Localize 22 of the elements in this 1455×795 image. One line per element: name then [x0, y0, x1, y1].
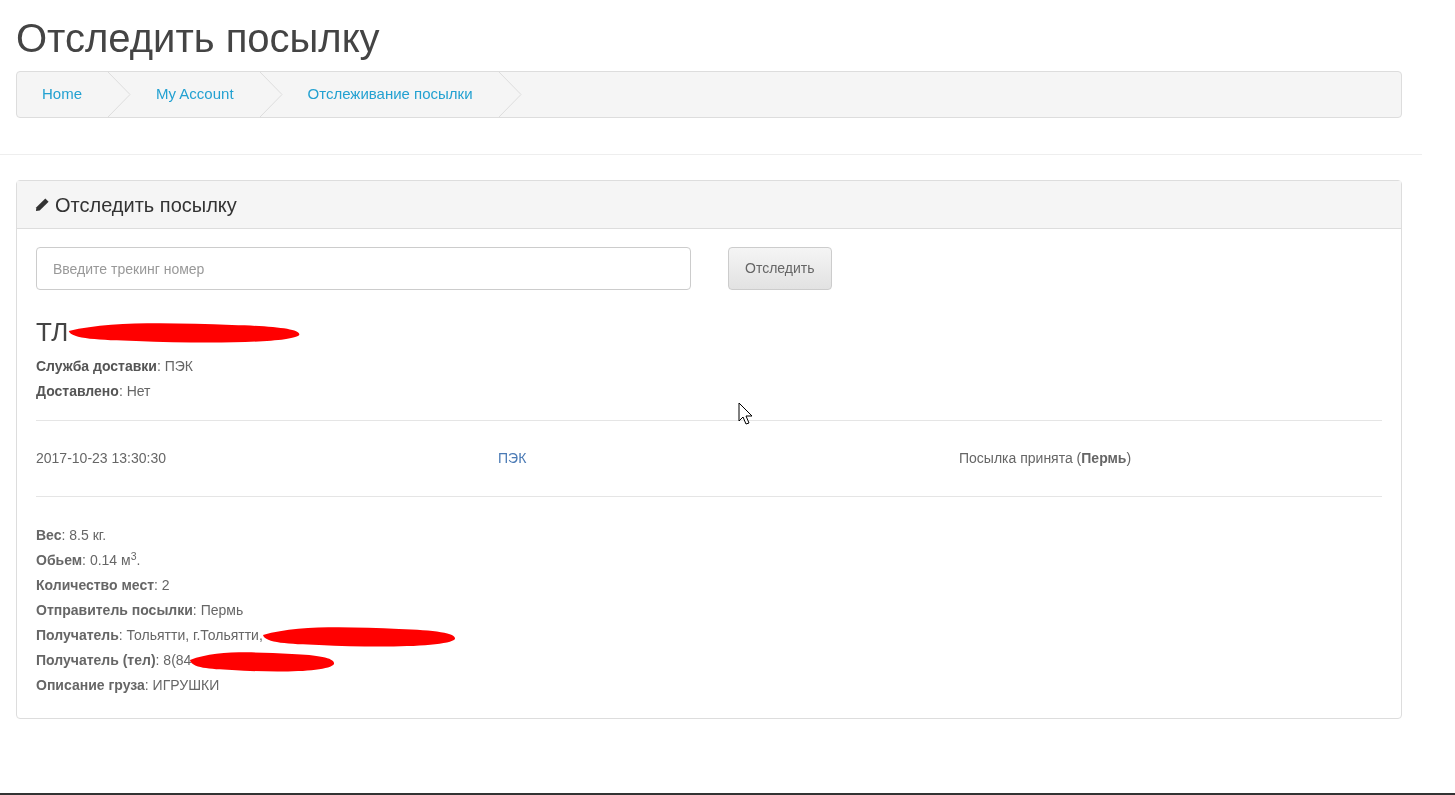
breadcrumb-link[interactable]: My Account [131, 83, 259, 106]
event-date: 2017-10-23 13:30:30 [36, 449, 166, 468]
detail-line: Описание груза: ИГРУШКИ [36, 676, 220, 695]
pencil-icon [35, 197, 50, 212]
summary-line: Доставлено: Нет [36, 382, 151, 401]
summary-line: Служба доставки: ПЭК [36, 357, 193, 376]
page-title: Отследить посылку [16, 15, 380, 62]
event-carrier: ПЭК [498, 449, 527, 468]
detail-line: Получатель (тел): 8(84 [36, 651, 192, 670]
panel-title: Отследить посылку [55, 192, 237, 218]
event-status: Посылка принята (Пермь) [959, 449, 1132, 468]
detail-line: Вес: 8.5 кг. [36, 526, 107, 545]
breadcrumb-link[interactable]: Отслеживание посылки [282, 83, 498, 106]
mouse-cursor-icon [738, 402, 754, 426]
breadcrumb-link[interactable]: Home [17, 83, 107, 106]
detail-line: Обьем: 0.14 м$^{3}$. [36, 550, 141, 570]
detail-line: Количество мест: 2 [36, 576, 170, 595]
detail-line: Отправитель посылки: Пермь [36, 601, 244, 620]
detail-line: Получатель: Тольятти, г.Тольятти, [36, 626, 263, 645]
track-button[interactable]: Отследить [728, 247, 832, 290]
tracking-number-field[interactable]: Введите трекинг номер [36, 247, 691, 290]
tracking-number-heading: ТЛ [36, 315, 69, 349]
